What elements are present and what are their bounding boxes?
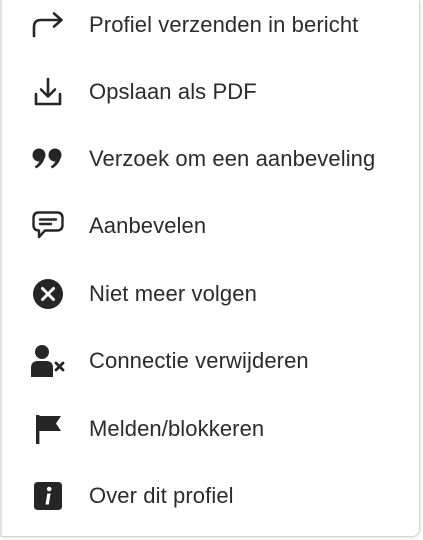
menu-item-send-profile[interactable]: Profiel verzenden in bericht — [0, 0, 418, 55]
menu-item-label: Opslaan als PDF — [89, 79, 257, 104]
remove-person-icon — [28, 341, 68, 381]
menu-item-report-block[interactable]: Melden/blokkeren — [0, 399, 418, 459]
menu-item-label: Over dit profiel — [89, 483, 234, 508]
info-icon — [28, 476, 68, 516]
menu-item-unfollow[interactable]: Niet meer volgen — [0, 264, 418, 324]
speech-bubble-icon — [28, 206, 68, 246]
menu-item-save-pdf[interactable]: Opslaan als PDF — [0, 62, 418, 122]
menu-item-label: Profiel verzenden in bericht — [89, 12, 359, 37]
menu-item-remove-connection[interactable]: Connectie verwijderen — [0, 331, 418, 391]
flag-icon — [28, 409, 68, 449]
menu-item-label: Verzoek om een aanbeveling — [89, 146, 376, 171]
profile-more-menu: Profiel verzenden in bericht Opslaan als… — [0, 0, 420, 537]
menu-item-label: Aanbevelen — [89, 213, 207, 238]
close-circle-icon — [28, 274, 68, 314]
menu-item-label: Connectie verwijderen — [89, 348, 309, 373]
menu-item-recommend[interactable]: Aanbevelen — [0, 196, 418, 256]
share-arrow-icon — [28, 5, 68, 45]
menu-item-label: Niet meer volgen — [89, 281, 257, 306]
quote-icon — [28, 139, 68, 179]
download-icon — [28, 72, 68, 112]
menu-item-request-recommendation[interactable]: Verzoek om een aanbeveling — [0, 129, 418, 189]
menu-item-about-profile[interactable]: Over dit profiel — [0, 466, 418, 526]
menu-item-label: Melden/blokkeren — [89, 416, 265, 441]
